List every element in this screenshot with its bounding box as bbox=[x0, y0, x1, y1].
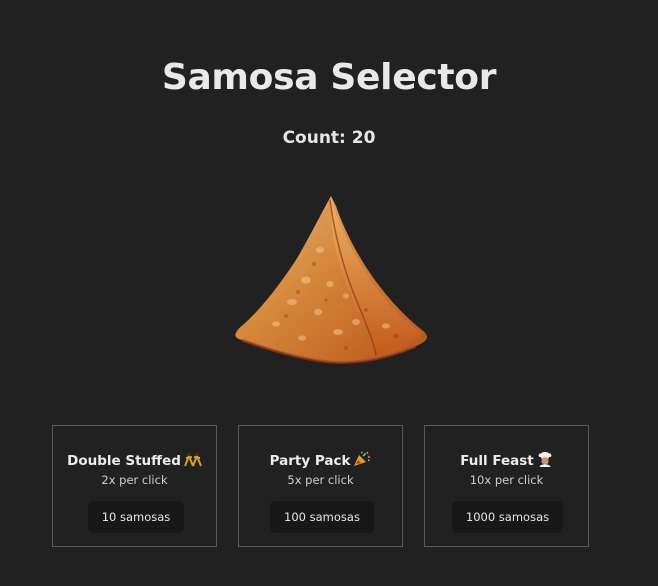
upgrade-card-double-stuffed: Double Stuffed 2x per click 10 samosas bbox=[52, 425, 217, 547]
samosa-image bbox=[235, 196, 427, 364]
upgrade-card-full-feast: Full Feast 10x per click 1000 samosas bbox=[424, 425, 589, 547]
buy-full-feast-button[interactable]: 1000 samosas bbox=[452, 501, 563, 533]
upgrade-rate: 10x per click bbox=[469, 473, 544, 487]
party-popper-icon bbox=[353, 451, 371, 472]
chef-icon bbox=[537, 451, 553, 472]
page-title: Samosa Selector bbox=[161, 57, 497, 98]
upgrade-card-party-pack: Party Pack 5x per click 100 samosas bbox=[238, 425, 403, 547]
buy-double-stuffed-button[interactable]: 10 samosas bbox=[88, 501, 184, 533]
samosa-button[interactable] bbox=[226, 192, 436, 370]
upgrade-rate: 5x per click bbox=[287, 473, 354, 487]
upgrade-name: Double Stuffed bbox=[67, 453, 181, 469]
upgrade-rate: 2x per click bbox=[101, 473, 168, 487]
samosa-count: Count: 20 bbox=[282, 128, 376, 148]
dancers-icon bbox=[183, 451, 202, 472]
upgrade-name: Party Pack bbox=[269, 453, 351, 469]
upgrade-name: Full Feast bbox=[460, 453, 534, 469]
upgrade-list: Double Stuffed 2x per click 10 samosas P… bbox=[52, 425, 592, 549]
buy-party-pack-button[interactable]: 100 samosas bbox=[270, 501, 374, 533]
